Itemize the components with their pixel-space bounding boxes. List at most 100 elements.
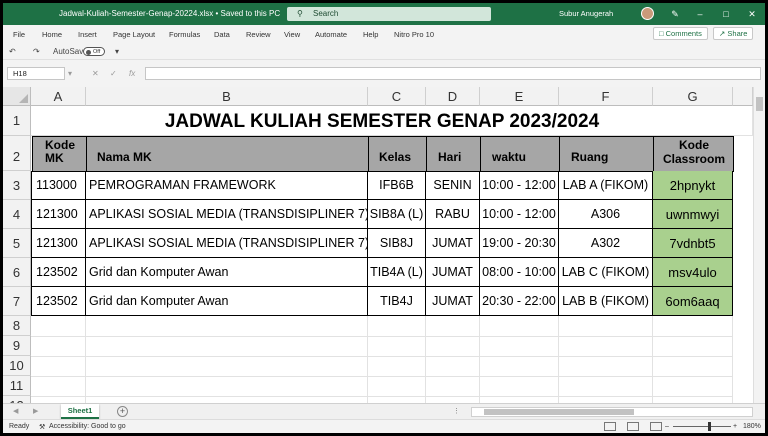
cell-b5[interactable]: APLIKASI SOSIAL MEDIA (TRANSDISIPLINER 7… [86, 229, 368, 258]
customize-toolbar-icon[interactable]: ▾ [115, 47, 119, 56]
tab-page-layout[interactable]: Page Layout [113, 30, 155, 39]
cell-f6[interactable]: LAB C (FIKOM) [559, 258, 653, 287]
row-header-3[interactable]: 3 [3, 171, 31, 200]
sheet-tab-sheet1[interactable]: Sheet1 [61, 404, 99, 419]
cell-b3[interactable]: PEMROGRAMAN FRAMEWORK [86, 171, 368, 200]
empty-column-g[interactable] [653, 316, 733, 403]
minimize-icon[interactable]: – [693, 7, 707, 21]
column-header-d[interactable]: D [426, 87, 480, 106]
enter-icon[interactable]: ✓ [110, 69, 117, 78]
cell-a3[interactable]: 113000 [31, 171, 86, 200]
cell-c5[interactable]: SIB8J [368, 229, 426, 258]
vertical-scrollbar[interactable] [753, 87, 765, 403]
zoom-level[interactable]: 180% [743, 423, 761, 430]
zoom-slider[interactable] [673, 426, 731, 427]
column-header-e[interactable]: E [480, 87, 559, 106]
page-break-view-icon[interactable] [650, 422, 662, 431]
horizontal-scroll-thumb[interactable] [484, 409, 634, 415]
prev-sheet-icon[interactable]: ◀ [13, 407, 18, 415]
row-header-4[interactable]: 4 [3, 200, 31, 229]
cell-c7[interactable]: TIB4J [368, 287, 426, 316]
empty-column-c[interactable] [368, 316, 426, 403]
header-kode-classroom[interactable]: Kode Classroom [653, 136, 734, 172]
row-header-8[interactable]: 8 [3, 316, 31, 336]
header-waktu[interactable]: waktu [480, 136, 560, 172]
cell-c6[interactable]: TIB4A (L) [368, 258, 426, 287]
cell-e3[interactable]: 10:00 - 12:00 [480, 171, 559, 200]
header-nama-mk[interactable]: Nama MK [86, 136, 369, 172]
tab-split-handle-icon[interactable]: ⋮ [453, 407, 460, 415]
tab-review[interactable]: Review [246, 30, 271, 39]
cell-d6[interactable]: JUMAT [426, 258, 480, 287]
cell-f7[interactable]: LAB B (FIKOM) [559, 287, 653, 316]
cell-e4[interactable]: 10:00 - 12:00 [480, 200, 559, 229]
cell-h1[interactable] [733, 106, 753, 136]
row-header-6[interactable]: 6 [3, 258, 31, 287]
add-sheet-icon[interactable]: + [117, 406, 128, 417]
cell-d5[interactable]: JUMAT [426, 229, 480, 258]
cell-a6[interactable]: 123502 [31, 258, 86, 287]
column-header-a[interactable]: A [31, 87, 86, 106]
empty-column-d[interactable] [426, 316, 480, 403]
cell-d7[interactable]: JUMAT [426, 287, 480, 316]
row-header-12[interactable]: 12 [3, 396, 31, 403]
tab-data[interactable]: Data [214, 30, 230, 39]
column-header-c[interactable]: C [368, 87, 426, 106]
row-header-10[interactable]: 10 [3, 356, 31, 376]
cell-b4[interactable]: APLIKASI SOSIAL MEDIA (TRANSDISIPLINER 7… [86, 200, 368, 229]
cell-d3[interactable]: SENIN [426, 171, 480, 200]
row-header-5[interactable]: 5 [3, 229, 31, 258]
column-header-f[interactable]: F [559, 87, 653, 106]
cell-a4[interactable]: 121300 [31, 200, 86, 229]
empty-column-a[interactable] [31, 316, 86, 403]
cell-f4[interactable]: A306 [559, 200, 653, 229]
cell-d4[interactable]: RABU [426, 200, 480, 229]
redo-icon[interactable]: ↷ [33, 47, 40, 56]
cell-a7[interactable]: 123502 [31, 287, 86, 316]
cell-e6[interactable]: 08:00 - 10:00 [480, 258, 559, 287]
empty-column-b[interactable] [86, 316, 368, 403]
select-all-button[interactable] [3, 87, 31, 106]
next-sheet-icon[interactable]: ▶ [33, 407, 38, 415]
vertical-scroll-thumb[interactable] [756, 97, 763, 111]
autosave-toggle[interactable]: Off [83, 47, 105, 56]
tab-view[interactable]: View [284, 30, 300, 39]
empty-column-e[interactable] [480, 316, 559, 403]
cell-c4[interactable]: SIB8A (L) [368, 200, 426, 229]
column-header-b[interactable]: B [86, 87, 368, 106]
cancel-icon[interactable]: ✕ [92, 69, 99, 78]
tab-help[interactable]: Help [363, 30, 378, 39]
empty-column-f[interactable] [559, 316, 653, 403]
function-icon[interactable]: fx [129, 69, 135, 78]
row-header-11[interactable]: 11 [3, 376, 31, 396]
cell-c3[interactable]: IFB6B [368, 171, 426, 200]
tab-file[interactable]: File [13, 30, 25, 39]
tab-nitro-pro[interactable]: Nitro Pro 10 [394, 30, 434, 39]
cell-f3[interactable]: LAB A (FIKOM) [559, 171, 653, 200]
comments-button[interactable]: □ Comments [653, 27, 708, 40]
header-kelas[interactable]: Kelas [368, 136, 427, 172]
formula-input[interactable] [145, 67, 761, 80]
cell-e5[interactable]: 19:00 - 20:30 [480, 229, 559, 258]
cell-g6[interactable]: msv4ulo [653, 258, 733, 287]
row-header-9[interactable]: 9 [3, 336, 31, 356]
cell-a5[interactable]: 121300 [31, 229, 86, 258]
user-name[interactable]: Subur Anugerah [559, 9, 613, 18]
cell-g4[interactable]: uwnmwyi [653, 200, 733, 229]
maximize-icon[interactable]: □ [719, 7, 733, 21]
cell-b6[interactable]: Grid dan Komputer Awan [86, 258, 368, 287]
worksheet-grid[interactable]: A B C D E F G 1 2 3 4 5 6 7 8 9 10 11 12… [3, 87, 765, 403]
name-box-dropdown-icon[interactable]: ▾ [68, 69, 72, 78]
sheet-title-cell[interactable]: JADWAL KULIAH SEMESTER GENAP 2023/2024 [31, 106, 733, 136]
cell-g7[interactable]: 6om6aaq [653, 287, 733, 316]
horizontal-scrollbar[interactable] [471, 407, 753, 417]
row-header-2[interactable]: 2 [3, 136, 31, 171]
cell-g5[interactable]: 7vdnbt5 [653, 229, 733, 258]
cell-f5[interactable]: A302 [559, 229, 653, 258]
cell-g3[interactable]: 2hpnykt [653, 171, 733, 200]
header-ruang[interactable]: Ruang [559, 136, 654, 172]
share-button[interactable]: ↗ Share [713, 27, 754, 40]
normal-view-icon[interactable] [604, 422, 616, 431]
tab-automate[interactable]: Automate [315, 30, 347, 39]
cell-b7[interactable]: Grid dan Komputer Awan [86, 287, 368, 316]
